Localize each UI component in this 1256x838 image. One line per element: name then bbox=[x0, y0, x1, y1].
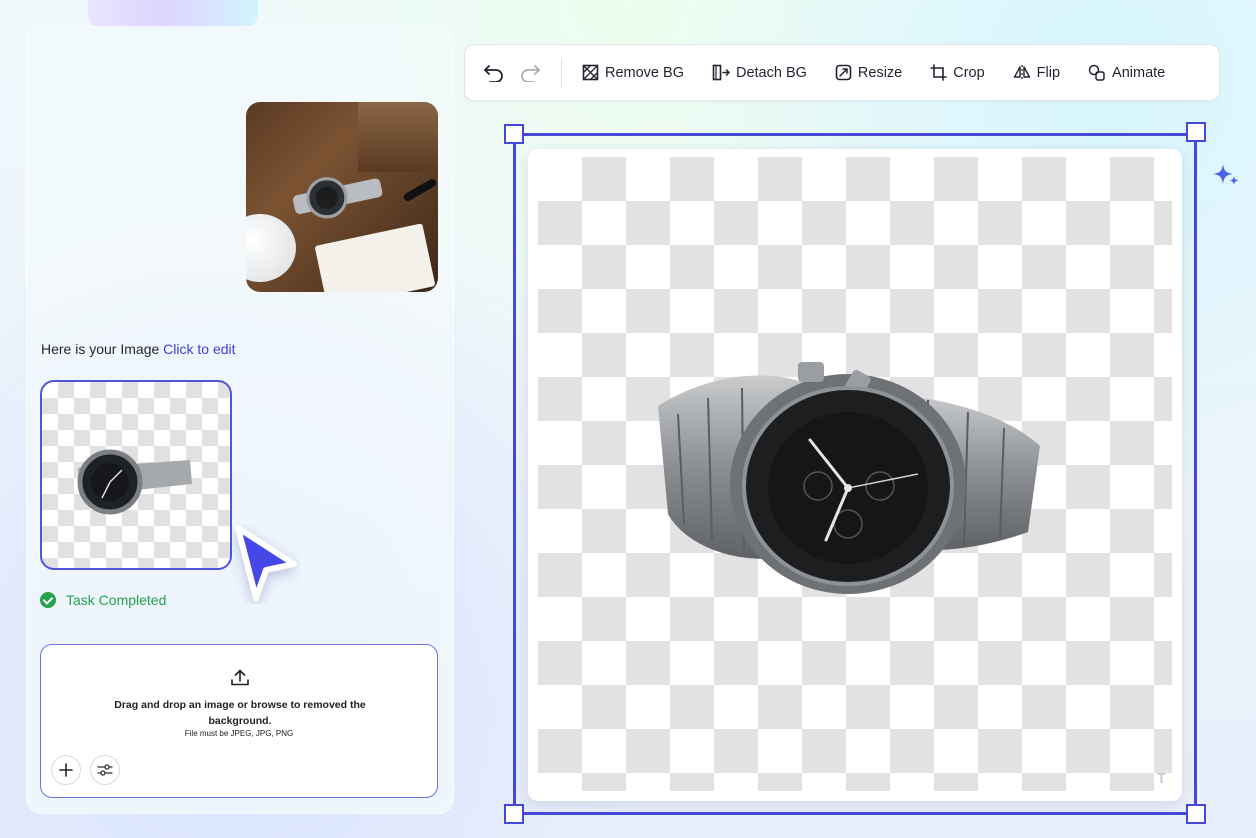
image-canvas[interactable]: T bbox=[528, 149, 1182, 801]
sparkle-icon bbox=[1213, 164, 1239, 185]
redo-button[interactable] bbox=[519, 62, 541, 84]
flip-label: Flip bbox=[1036, 64, 1061, 81]
detach-bg-button[interactable]: Detach BG bbox=[712, 64, 807, 81]
task-status-text: Task Completed bbox=[66, 592, 167, 608]
result-message-text: Here is your Image bbox=[41, 341, 160, 357]
remove-bg-icon bbox=[582, 64, 599, 81]
task-status: Task Completed bbox=[40, 592, 166, 608]
upload-icon bbox=[231, 669, 249, 686]
resize-button[interactable]: Resize bbox=[835, 64, 902, 81]
crop-icon bbox=[930, 64, 948, 81]
upload-instructions: Drag and drop an image or browse to remo… bbox=[114, 699, 366, 727]
animate-label: Animate bbox=[1112, 64, 1166, 81]
resize-handle-top-left[interactable] bbox=[504, 124, 524, 144]
click-to-edit-link[interactable]: Click to edit bbox=[163, 341, 235, 357]
upload-file-types: File must be JPEG, JPG, PNG bbox=[184, 729, 294, 738]
resize-handle-top-right[interactable] bbox=[1186, 122, 1206, 142]
cursor-arrow-icon bbox=[235, 525, 297, 601]
decorative-gradient-shape bbox=[88, 0, 258, 28]
undo-button[interactable] bbox=[483, 62, 505, 84]
flip-icon bbox=[1013, 65, 1030, 80]
undo-icon bbox=[484, 64, 503, 82]
sliders-icon bbox=[97, 764, 113, 776]
uploaded-image bbox=[246, 102, 438, 292]
resize-handle-bottom-left[interactable] bbox=[504, 804, 524, 824]
watch-image bbox=[658, 362, 1040, 594]
detach-bg-icon bbox=[712, 64, 730, 81]
redo-icon bbox=[521, 64, 540, 82]
result-image-thumbnail[interactable] bbox=[40, 380, 232, 570]
settings-button[interactable] bbox=[90, 755, 120, 785]
editor-toolbar: Remove BG Detach BG Resize Crop Flip Ani… bbox=[464, 44, 1220, 101]
crop-button[interactable]: Crop bbox=[930, 64, 985, 81]
resize-label: Resize bbox=[857, 64, 903, 81]
add-button[interactable] bbox=[51, 755, 81, 785]
text-tool-icon[interactable]: T bbox=[1157, 770, 1166, 787]
chat-panel: Here is your Image Click to edit Task Co… bbox=[26, 26, 454, 814]
upload-dropzone[interactable]: Drag and drop an image or browse to remo… bbox=[40, 644, 438, 798]
detach-bg-label: Detach BG bbox=[735, 64, 807, 81]
resize-icon bbox=[835, 64, 852, 81]
check-circle-icon bbox=[40, 592, 56, 608]
toolbar-divider bbox=[561, 57, 562, 88]
remove-bg-label: Remove BG bbox=[605, 64, 684, 81]
resize-handle-bottom-right[interactable] bbox=[1186, 804, 1206, 824]
animate-button[interactable]: Animate bbox=[1088, 64, 1165, 81]
crop-label: Crop bbox=[953, 64, 985, 81]
result-message: Here is your Image Click to edit bbox=[41, 341, 236, 357]
animate-icon bbox=[1088, 64, 1105, 81]
remove-bg-button[interactable]: Remove BG bbox=[582, 64, 684, 81]
flip-button[interactable]: Flip bbox=[1013, 64, 1060, 81]
plus-icon bbox=[59, 763, 73, 777]
